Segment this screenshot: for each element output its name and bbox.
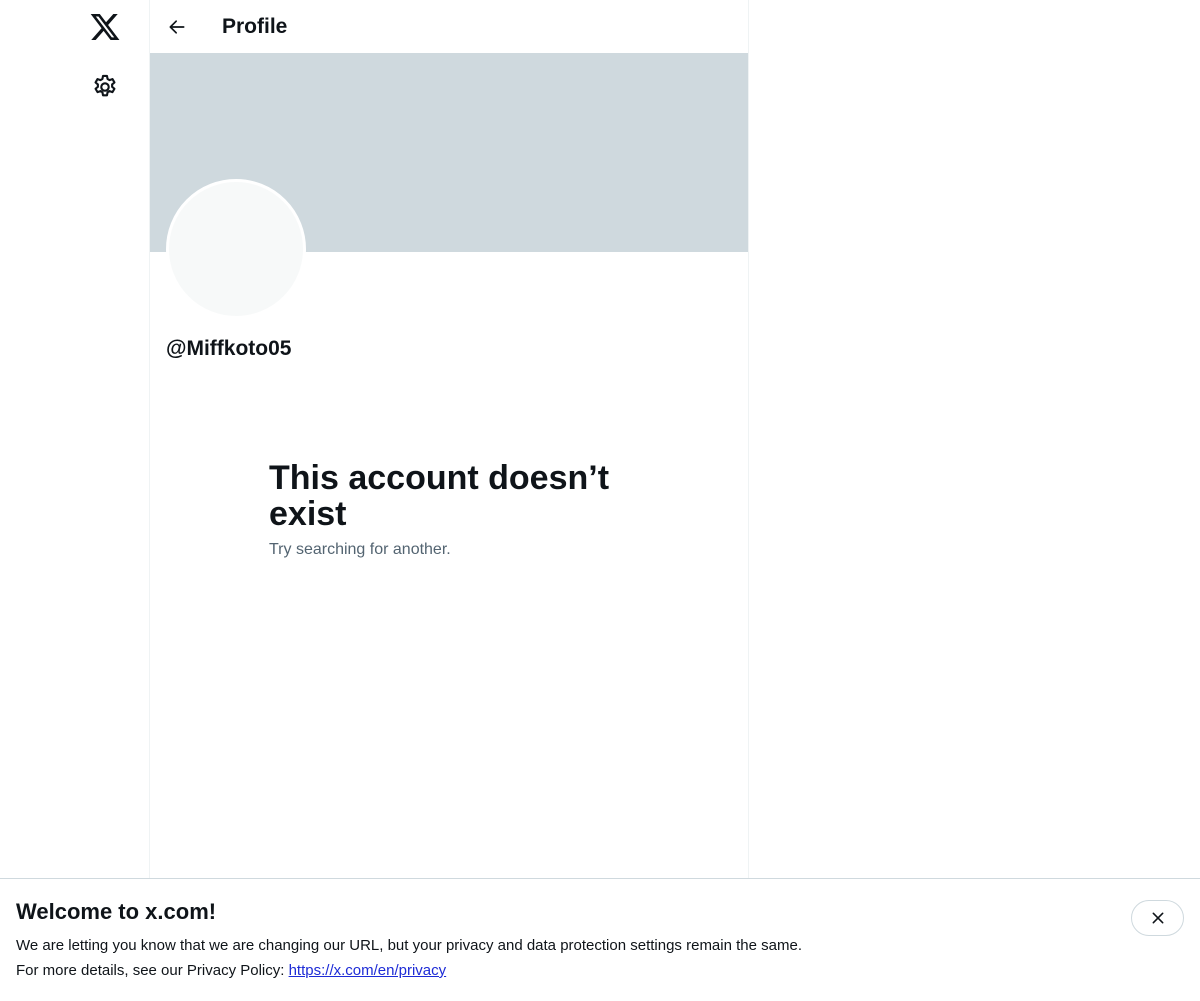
x-logo-icon[interactable] bbox=[89, 11, 121, 43]
page-title: Profile bbox=[222, 15, 288, 38]
close-banner-button[interactable] bbox=[1131, 900, 1184, 936]
sidebar bbox=[0, 0, 150, 880]
profile-header: Profile bbox=[150, 0, 748, 53]
privacy-policy-prefix: For more details, see our Privacy Policy… bbox=[16, 962, 289, 979]
privacy-policy-link[interactable]: https://x.com/en/privacy bbox=[289, 962, 447, 979]
empty-state-subtitle: Try searching for another. bbox=[269, 541, 451, 558]
welcome-message: We are letting you know that we are chan… bbox=[16, 937, 802, 954]
arrow-left-icon bbox=[169, 20, 185, 34]
avatar[interactable] bbox=[166, 179, 306, 319]
close-icon bbox=[1152, 912, 1163, 924]
privacy-policy-line: For more details, see our Privacy Policy… bbox=[16, 962, 446, 980]
welcome-title: Welcome to x.com! bbox=[16, 899, 217, 924]
profile-column: Profile @Miffkoto05 This account doesn’t… bbox=[149, 0, 749, 880]
gear-icon[interactable] bbox=[91, 73, 119, 101]
profile-handle: @Miffkoto05 bbox=[166, 337, 292, 360]
empty-state: This account doesn’t exist Try searching… bbox=[269, 460, 629, 560]
empty-state-title: This account doesn’t exist bbox=[269, 459, 610, 533]
welcome-banner: Welcome to x.com! We are letting you kno… bbox=[0, 878, 1200, 1001]
back-button[interactable] bbox=[160, 10, 194, 44]
